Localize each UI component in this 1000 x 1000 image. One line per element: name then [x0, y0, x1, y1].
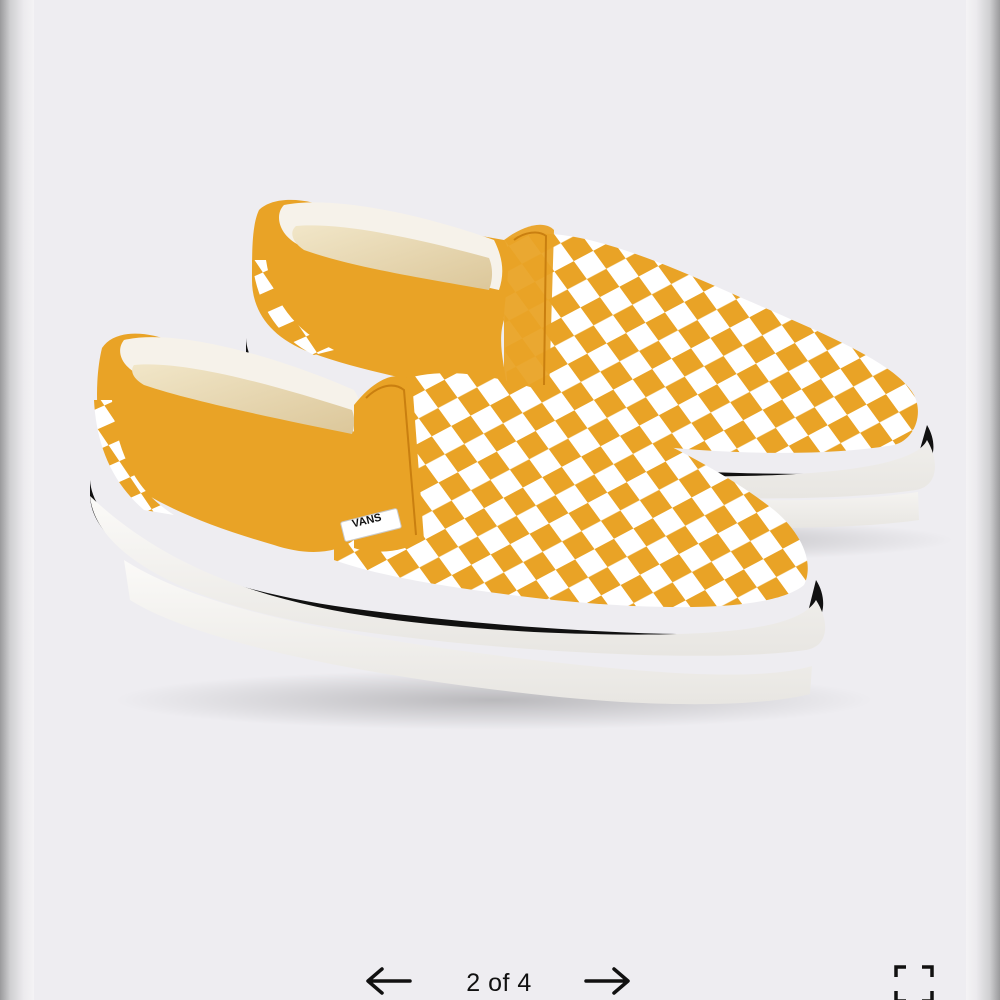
- right-bezel: [966, 0, 1000, 1000]
- product-photo: [90, 199, 954, 730]
- previous-image-button[interactable]: [360, 959, 416, 1000]
- gallery-controls: 2 of 4: [34, 955, 966, 1000]
- product-image-viewer[interactable]: VANS 2 of 4: [34, 0, 966, 1000]
- arrow-right-icon: [584, 967, 630, 995]
- next-image-button[interactable]: [580, 959, 636, 1000]
- image-counter: 2 of 4: [466, 969, 532, 997]
- fullscreen-button[interactable]: [892, 963, 936, 1000]
- left-bezel: [0, 0, 34, 1000]
- arrow-left-icon: [366, 967, 412, 995]
- expand-corners-icon: [894, 965, 934, 1000]
